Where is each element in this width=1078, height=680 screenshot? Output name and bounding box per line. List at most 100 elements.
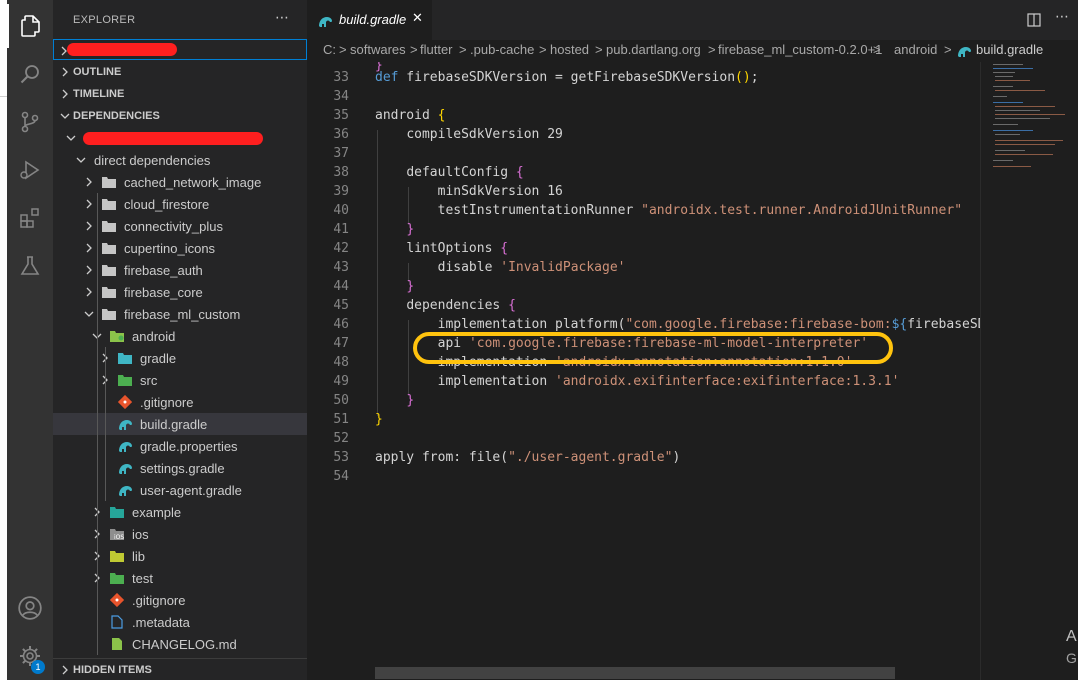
search-icon[interactable] bbox=[7, 52, 53, 96]
tree-label: .metadata bbox=[132, 615, 190, 630]
explorer-sidebar: EXPLORER ⋯ OUTLINE TIMELINE DEPENDENCIES… bbox=[53, 0, 307, 680]
outline-section[interactable]: OUTLINE bbox=[53, 61, 307, 83]
breadcrumb-separator: > bbox=[708, 42, 716, 57]
minimap-line bbox=[993, 166, 1031, 167]
minimap-line bbox=[995, 140, 1063, 141]
tree-item-android-child[interactable]: src bbox=[53, 369, 307, 391]
breadcrumb-item[interactable]: .pub-cache bbox=[470, 42, 534, 57]
breadcrumb-item[interactable]: flutter bbox=[420, 42, 453, 57]
tree-item-android-child[interactable]: .gitignore bbox=[53, 391, 307, 413]
git-icon bbox=[109, 592, 125, 608]
tree-label: .gitignore bbox=[132, 593, 186, 608]
tree-item-android[interactable]: android bbox=[53, 325, 307, 347]
tree-item-android-child[interactable]: build.gradle bbox=[53, 413, 307, 435]
breadcrumb-item[interactable]: firebase_ml_custom-0.2.0+1 bbox=[718, 42, 882, 57]
section-label-timeline: TIMELINE bbox=[73, 88, 125, 100]
breadcrumb-item[interactable]: build.gradle bbox=[976, 42, 1043, 57]
gradle-elephant-icon bbox=[317, 13, 333, 32]
chevron-right-icon bbox=[81, 193, 97, 215]
code-editor[interactable]: 32 33 34 35 36 37 38 39 40 41 42 43 44 45 46 47 48 49 50 51… bbox=[307, 62, 980, 680]
line-number: 42 bbox=[333, 241, 349, 256]
minimap-line bbox=[993, 64, 1023, 65]
tree-item-package-child[interactable]: .gitignore bbox=[53, 589, 307, 611]
folder-icon bbox=[101, 284, 117, 300]
explorer-icon[interactable] bbox=[7, 4, 53, 48]
run-debug-icon[interactable] bbox=[7, 148, 53, 192]
tree-label: gradle.properties bbox=[140, 439, 238, 454]
line-number: 35 bbox=[333, 108, 349, 123]
close-icon[interactable]: ✕ bbox=[412, 11, 423, 26]
folder-icon bbox=[101, 262, 117, 278]
breadcrumb-separator: > bbox=[595, 42, 603, 57]
chevron-right-icon bbox=[81, 215, 97, 237]
breadcrumb-separator: > bbox=[944, 42, 952, 57]
breadcrumb-item[interactable]: pub.dartlang.org bbox=[606, 42, 701, 57]
breadcrumb-item[interactable]: hosted bbox=[550, 42, 589, 57]
line-number: 37 bbox=[333, 146, 349, 161]
horizontal-scrollbar[interactable] bbox=[375, 667, 895, 679]
test-folder-icon bbox=[109, 570, 125, 586]
breadcrumb-item[interactable]: softwares bbox=[350, 42, 406, 57]
git-icon bbox=[117, 394, 133, 410]
tree-item-android-child[interactable]: settings.gradle bbox=[53, 457, 307, 479]
line-number: 49 bbox=[333, 374, 349, 389]
tree-item-package-child[interactable]: CHANGELOG.md bbox=[53, 633, 307, 655]
section-label-dependencies: DEPENDENCIES bbox=[73, 110, 160, 122]
code-line-51: } bbox=[375, 412, 383, 427]
minimap[interactable] bbox=[980, 62, 1078, 680]
overlay-text: G bbox=[1066, 650, 1077, 666]
breadcrumb-item[interactable]: android bbox=[894, 42, 937, 57]
breadcrumb-item[interactable]: C: bbox=[323, 42, 336, 57]
line-number: 52 bbox=[333, 431, 349, 446]
extensions-icon[interactable] bbox=[7, 196, 53, 240]
line-number: 51 bbox=[333, 412, 349, 427]
minimap-line bbox=[993, 102, 1023, 103]
minimap-line bbox=[993, 68, 1033, 69]
dependencies-section[interactable]: DEPENDENCIES bbox=[53, 105, 307, 127]
code-line-42: lintOptions { bbox=[406, 241, 509, 256]
accounts-icon[interactable] bbox=[7, 586, 53, 630]
tree-item-package[interactable]: firebase_auth bbox=[53, 259, 307, 281]
redacted-project-row[interactable] bbox=[53, 127, 307, 149]
tab-build-gradle[interactable]: build.gradle ✕ bbox=[307, 0, 432, 40]
testing-icon[interactable] bbox=[7, 244, 53, 288]
hidden-items-section[interactable]: HIDDEN ITEMS bbox=[53, 658, 307, 680]
gradle-elephant-icon bbox=[117, 460, 133, 476]
tree-item-android-child[interactable]: user-agent.gradle bbox=[53, 479, 307, 501]
split-editor-icon[interactable] bbox=[1027, 12, 1041, 31]
code-line-40: testInstrumentationRunner "androidx.test… bbox=[437, 203, 963, 218]
chevron-right-icon bbox=[57, 659, 73, 680]
tree-item-package[interactable]: cloud_firestore bbox=[53, 193, 307, 215]
tree-item-package[interactable]: cupertino_icons bbox=[53, 237, 307, 259]
more-actions-icon[interactable]: ⋯ bbox=[275, 10, 290, 26]
tree-item-package-child[interactable]: test bbox=[53, 567, 307, 589]
tree-label: cupertino_icons bbox=[124, 241, 216, 256]
line-number: 43 bbox=[333, 260, 349, 275]
tree-item-package[interactable]: firebase_ml_custom bbox=[53, 303, 307, 325]
more-actions-icon[interactable]: ⋯ bbox=[1055, 9, 1070, 25]
folder-icon bbox=[101, 240, 117, 256]
chevron-down-icon bbox=[73, 149, 89, 171]
tree-item-package-child[interactable]: example bbox=[53, 501, 307, 523]
folder-icon bbox=[101, 306, 117, 322]
tree-item-package[interactable]: connectivity_plus bbox=[53, 215, 307, 237]
file-icon bbox=[109, 614, 125, 630]
tree-item-package-child[interactable]: .metadata bbox=[53, 611, 307, 633]
tree-item-android-child[interactable]: gradle.properties bbox=[53, 435, 307, 457]
code-line-35: android { bbox=[375, 108, 446, 123]
tree-item-package-child[interactable]: lib bbox=[53, 545, 307, 567]
tree-label: android bbox=[132, 329, 176, 344]
source-control-icon[interactable] bbox=[7, 100, 53, 144]
tree-item-direct-dependencies[interactable]: direct dependencies bbox=[53, 149, 307, 171]
tree-item-android-child[interactable]: gradle bbox=[53, 347, 307, 369]
tree-item-package[interactable]: firebase_core bbox=[53, 281, 307, 303]
timeline-section[interactable]: TIMELINE bbox=[53, 83, 307, 105]
breadcrumb-separator: > bbox=[339, 42, 347, 57]
tree-item-package-child[interactable]: iOS ios bbox=[53, 523, 307, 545]
tree-label: settings.gradle bbox=[140, 461, 225, 476]
code-line-50: } bbox=[406, 393, 415, 408]
workspace-root-row[interactable] bbox=[53, 39, 307, 60]
manage-gear-icon[interactable]: 1 bbox=[7, 634, 53, 678]
tree-item-package[interactable]: cached_network_image bbox=[53, 171, 307, 193]
chevron-right-icon bbox=[57, 61, 73, 83]
